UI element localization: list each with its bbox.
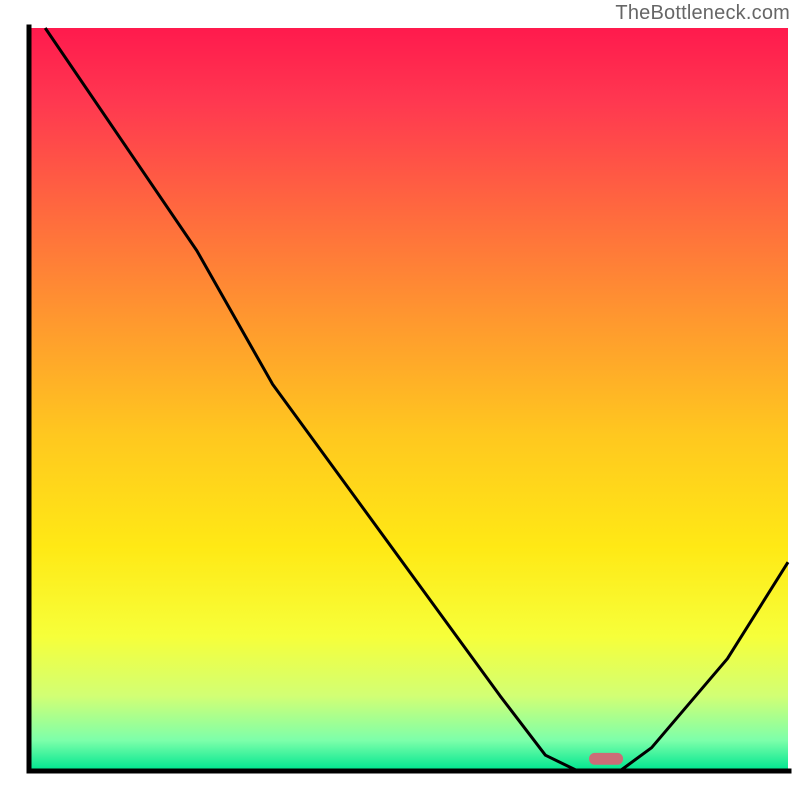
- plot-background: [30, 28, 788, 770]
- chart-container: TheBottleneck.com: [0, 0, 800, 800]
- bottleneck-chart: [0, 0, 800, 800]
- optimal-marker: [589, 753, 623, 765]
- watermark-label: TheBottleneck.com: [615, 2, 790, 25]
